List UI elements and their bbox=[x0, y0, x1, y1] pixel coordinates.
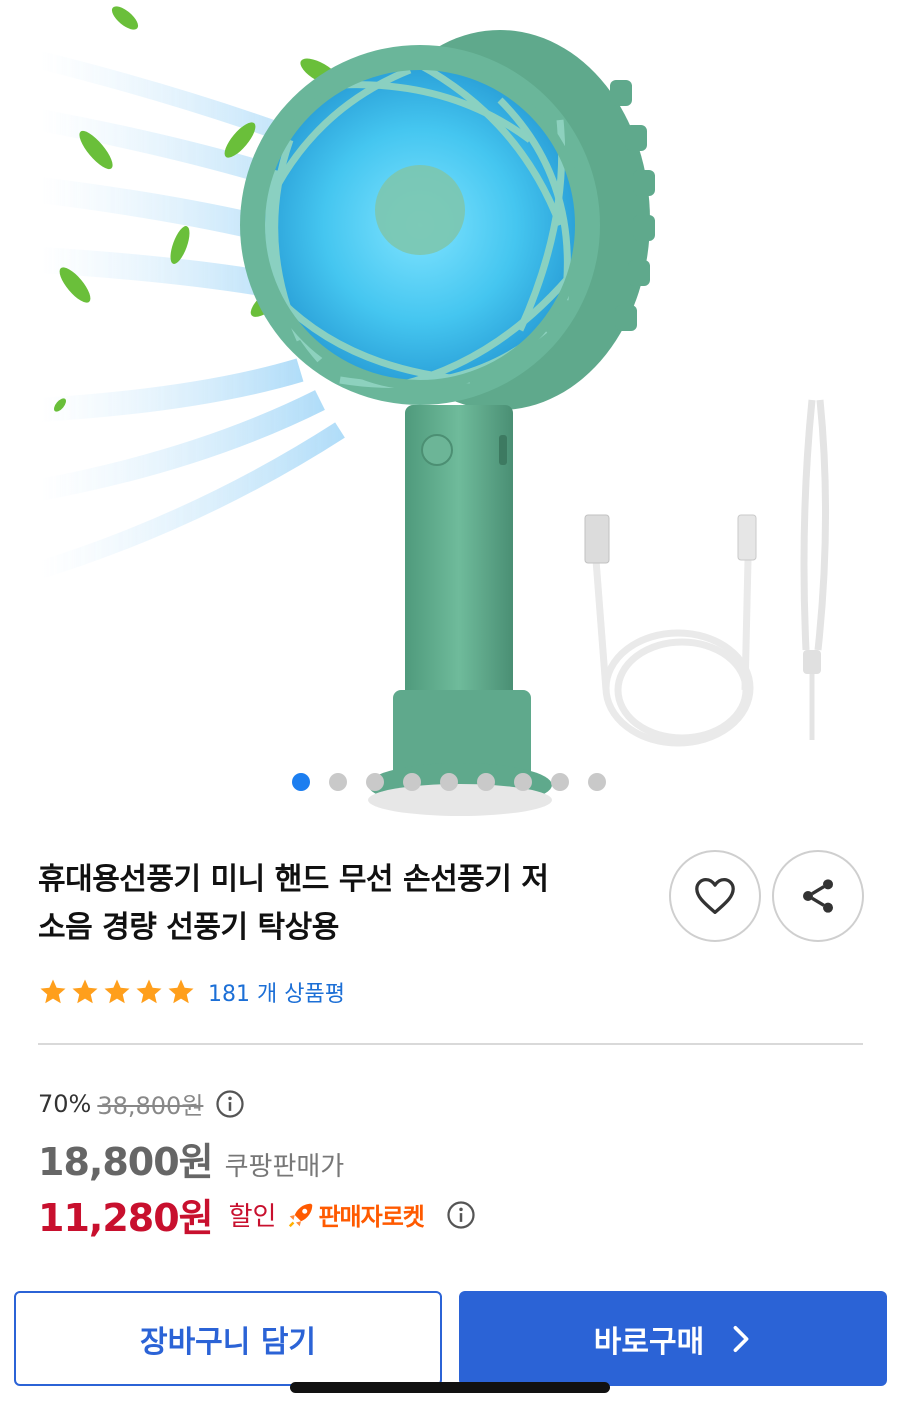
carousel-pagination[interactable] bbox=[292, 773, 606, 791]
seller-rocket-label: 판매자로켓 bbox=[318, 1203, 424, 1231]
carousel-dot[interactable] bbox=[292, 773, 310, 791]
product-image bbox=[37, 6, 830, 816]
final-price-label: 할인 bbox=[228, 1202, 277, 1232]
final-price: 11,280원 bbox=[38, 1196, 214, 1240]
add-to-cart-label: 장바구니 담기 bbox=[139, 1324, 317, 1360]
carousel-dot[interactable] bbox=[329, 773, 347, 791]
wishlist-button[interactable] bbox=[669, 850, 761, 942]
coupang-price-row: 18,800원 쿠팡판매가 bbox=[38, 1131, 344, 1186]
info-icon[interactable] bbox=[215, 1089, 245, 1119]
heart-icon bbox=[695, 878, 735, 914]
carousel-dot[interactable] bbox=[588, 773, 606, 791]
discount-row: 70% 38,800원 bbox=[38, 1086, 245, 1121]
original-price: 38,800원 bbox=[97, 1092, 204, 1120]
buy-now-button[interactable]: 바로구매 bbox=[459, 1291, 887, 1386]
coupang-price: 18,800원 bbox=[38, 1140, 214, 1184]
share-button[interactable] bbox=[772, 850, 864, 942]
product-title-line1: 휴대용선풍기 미니 핸드 무선 손선풍기 저 bbox=[38, 862, 549, 897]
carousel-dot[interactable] bbox=[440, 773, 458, 791]
buy-now-label: 바로구매 bbox=[593, 1324, 705, 1360]
carousel-dot[interactable] bbox=[551, 773, 569, 791]
add-to-cart-button[interactable]: 장바구니 담기 bbox=[14, 1291, 442, 1386]
rating-row[interactable]: 181 개 상품평 bbox=[38, 976, 345, 1008]
carousel-dot[interactable] bbox=[477, 773, 495, 791]
product-title: 휴대용선풍기 미니 핸드 무선 손선풍기 저 소음 경량 선풍기 탁상용 bbox=[38, 856, 638, 952]
carousel-dot[interactable] bbox=[514, 773, 532, 791]
rocket-icon bbox=[289, 1203, 313, 1227]
review-count-link[interactable]: 181 개 상품평 bbox=[208, 976, 345, 1008]
star-rating bbox=[38, 977, 196, 1007]
chevron-right-icon bbox=[730, 1325, 752, 1353]
product-title-line2: 소음 경량 선풍기 탁상용 bbox=[38, 910, 339, 945]
info-icon[interactable] bbox=[446, 1200, 476, 1230]
star-icon bbox=[72, 979, 98, 1004]
divider bbox=[38, 1043, 863, 1045]
discount-rate: 70% bbox=[38, 1089, 92, 1118]
final-price-row: 11,280원 할인 판매자로켓 bbox=[38, 1187, 476, 1242]
star-icon bbox=[40, 979, 66, 1004]
coupang-price-label: 쿠팡판매가 bbox=[224, 1152, 345, 1182]
star-icon bbox=[104, 979, 130, 1004]
star-icon bbox=[136, 979, 162, 1004]
home-indicator[interactable] bbox=[290, 1382, 610, 1393]
share-icon bbox=[803, 879, 833, 913]
star-icon bbox=[168, 979, 194, 1004]
seller-rocket-badge: 판매자로켓 bbox=[286, 1197, 425, 1232]
carousel-dot[interactable] bbox=[403, 773, 421, 791]
product-image-carousel[interactable] bbox=[0, 0, 900, 830]
carousel-dot[interactable] bbox=[366, 773, 384, 791]
